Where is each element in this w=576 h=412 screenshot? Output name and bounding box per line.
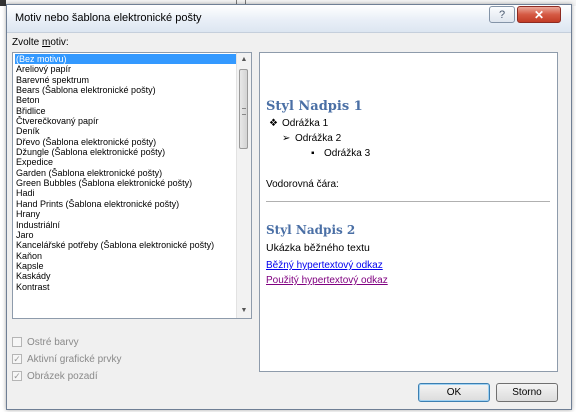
diamond-bullet-icon: ❖ [269, 118, 278, 129]
preview-heading-1: Styl Nadpis 1 [266, 99, 363, 114]
preview-bullet-3: ▪ Odrážka 3 [311, 148, 370, 159]
grip-icon [242, 108, 246, 115]
theme-list-label: Zvolte motiv: [12, 37, 69, 48]
theme-list-item[interactable]: Barevné spektrum [15, 75, 237, 85]
close-icon: ✕ [533, 8, 545, 22]
theme-list-scrollbar[interactable]: ▲ ▼ [236, 53, 251, 318]
vivid-colors-label: Ostré barvy [27, 337, 79, 348]
theme-list-item[interactable]: Hand Prints (Šablona elektronické pošty) [15, 199, 237, 209]
checkmark-icon: ✓ [12, 354, 22, 364]
ok-button[interactable]: OK [418, 383, 490, 402]
square-bullet-icon: ▪ [311, 148, 315, 159]
theme-list-item[interactable]: Deník [15, 126, 237, 136]
theme-list-item[interactable]: Garden (Šablona elektronické pošty) [15, 168, 237, 178]
theme-list-item[interactable]: Hadi [15, 188, 237, 198]
background-image-label: Obrázek pozadí [27, 371, 98, 382]
preview-bullet-1: ❖ Odrážka 1 [269, 118, 328, 129]
help-icon: ? [498, 9, 506, 21]
theme-list-item[interactable]: Industriální [15, 220, 237, 230]
theme-list-item[interactable]: Kancelářské potřeby (Šablona elektronick… [15, 240, 237, 250]
arrow-bullet-icon: ➢ [282, 133, 291, 144]
theme-list-item[interactable]: Kaňon [15, 251, 237, 261]
close-button[interactable]: ✕ [517, 6, 561, 23]
theme-list-item[interactable]: (Bez motivu) [15, 54, 237, 65]
theme-list-item[interactable]: Bears (Šablona elektronické pošty) [15, 85, 237, 95]
checkmark-icon: ✓ [12, 371, 22, 381]
preview-bullet-1-text: Odrážka 1 [282, 118, 329, 129]
theme-list-item[interactable]: Jaro [15, 230, 237, 240]
checkbox-icon [12, 337, 22, 347]
theme-list-item[interactable]: Čtverečkovaný papír [15, 116, 237, 126]
preview-hr-label: Vodorovná čára: [266, 179, 339, 190]
preview-bullet-2-text: Odrážka 2 [295, 133, 342, 144]
preview-visited-hyperlink: Použitý hypertextový odkaz [266, 275, 388, 286]
theme-list-item[interactable]: Hrany [15, 209, 237, 219]
theme-list-label-suffix: otiv: [50, 37, 69, 48]
theme-list-item[interactable]: Green Bubbles (Šablona elektronické pošt… [15, 178, 237, 188]
window-title: Motiv nebo šablona elektronické pošty [15, 12, 202, 24]
theme-list-item[interactable]: Kontrast [15, 282, 237, 292]
theme-list-item[interactable]: Kapsle [15, 261, 237, 271]
preview-bullet-2: ➢ Odrážka 2 [282, 133, 341, 144]
preview-heading-2: Styl Nadpis 2 [266, 223, 356, 237]
theme-list-label-prefix: Zvolte [12, 37, 43, 48]
help-button[interactable]: ? [489, 6, 515, 23]
title-bar: Motiv nebo šablona elektronické pošty ? … [7, 5, 571, 33]
preview-body-text: Ukázka běžného textu [266, 242, 370, 254]
theme-listbox[interactable]: (Bez motivu) Areliový papír Barevné spektr… [12, 52, 252, 319]
theme-list-item[interactable]: Areliový papír [15, 64, 237, 74]
theme-list-item[interactable]: Beton [15, 95, 237, 105]
preview-hyperlink: Běžný hypertextový odkaz [266, 260, 383, 271]
theme-list-item[interactable]: Kaskády [15, 271, 237, 281]
theme-list-item[interactable]: Expedice [15, 157, 237, 167]
scroll-down-icon[interactable]: ▼ [237, 304, 251, 318]
theme-list-item[interactable]: Břidlice [15, 106, 237, 116]
scrollbar-thumb[interactable] [239, 69, 248, 149]
theme-preview: Styl Nadpis 1 ❖ Odrážka 1 ➢ Odrážka 2 ▪ Odr… [259, 52, 558, 372]
active-graphics-label: Aktivní grafické prvky [27, 354, 122, 365]
scroll-up-icon[interactable]: ▲ [237, 53, 251, 67]
theme-list-item[interactable]: Dřevo (Šablona elektronické pošty) [15, 137, 237, 147]
cancel-button[interactable]: Storno [496, 383, 558, 402]
theme-list-item[interactable]: Džungle (Šablona elektronické pošty) [15, 147, 237, 157]
preview-bullet-3-text: Odrážka 3 [324, 148, 371, 159]
preview-horizontal-rule [266, 201, 550, 202]
theme-list-items: (Bez motivu) Areliový papír Barevné spektr… [15, 54, 237, 292]
